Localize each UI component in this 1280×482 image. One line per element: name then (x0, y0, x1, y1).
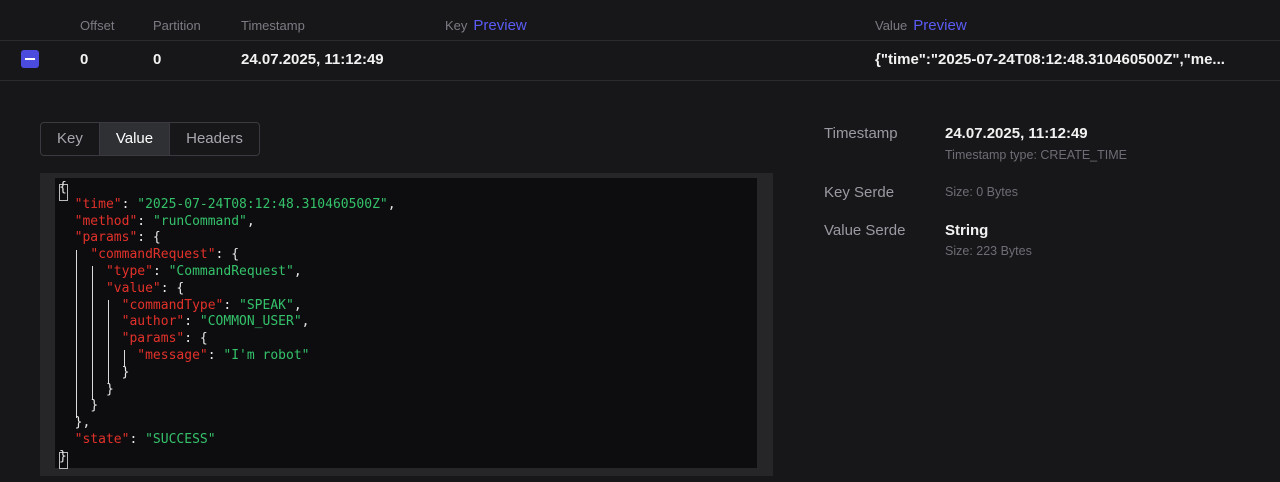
row-partition: 0 (153, 51, 162, 68)
json-line: "state": "SUCCESS" (59, 432, 396, 449)
json-line: "author": "COMMON_USER", (59, 314, 396, 331)
column-timestamp[interactable]: Timestamp (241, 0, 305, 40)
table-row[interactable]: 0 0 24.07.2025, 11:12:49 {"time":"2025-0… (0, 40, 1280, 81)
json-punct: : (184, 314, 200, 330)
json-viewer: { "time": "2025-07-24T08:12:48.310460500… (40, 173, 773, 476)
json-punct: , (246, 213, 255, 229)
json-punct: }, (74, 415, 91, 431)
column-partition[interactable]: Partition (153, 0, 201, 40)
json-string: "SPEAK" (239, 297, 294, 313)
json-punct: , (301, 314, 310, 330)
json-string: "2025-07-24T08:12:48.310460500Z" (137, 196, 388, 212)
tab-headers[interactable]: Headers (170, 123, 259, 155)
json-punct: , (387, 196, 396, 212)
meta-key-serde-label: Key Serde (824, 184, 895, 201)
row-value-preview: {"time":"2025-07-24T08:12:48.310460500Z"… (875, 51, 1225, 68)
json-punct: : { (160, 280, 185, 296)
json-key: "method" (74, 213, 138, 229)
meta-timestamp-value: 24.07.2025, 11:12:49 (945, 125, 1088, 142)
meta-value-size: Size: 223 Bytes (945, 244, 1032, 258)
json-line: "commandRequest": { (59, 247, 396, 264)
meta-value-serde-value: String (945, 222, 989, 239)
json-line: }, (59, 415, 396, 432)
json-punct: : (152, 263, 169, 279)
tab-value[interactable]: Value (99, 123, 171, 155)
json-line: "message": "I'm robot" (59, 348, 396, 365)
json-key: "value" (105, 280, 161, 296)
json-string: "I'm robot" (223, 347, 310, 363)
collapse-toggle-icon[interactable] (21, 50, 39, 68)
row-offset: 0 (80, 51, 89, 68)
json-line: { (59, 180, 396, 197)
json-line: "commandType": "SPEAK", (59, 298, 396, 315)
json-line: "type": "CommandRequest", (59, 264, 396, 281)
meta-timestamp-label: Timestamp (824, 125, 898, 142)
column-value: Value Preview (875, 0, 967, 40)
json-key: "commandRequest" (90, 247, 216, 263)
json-code: { "time": "2025-07-24T08:12:48.310460500… (59, 180, 396, 466)
json-punct: : (137, 213, 153, 229)
json-punct: : (207, 347, 224, 363)
json-punct: : { (184, 331, 208, 347)
json-punct: } (59, 448, 67, 464)
json-line: "method": "runCommand", (59, 214, 396, 231)
tab-key[interactable]: Key (41, 123, 100, 155)
json-punct: : (223, 297, 240, 313)
json-string: "CommandRequest" (168, 263, 294, 279)
content-tabs: Key Value Headers (40, 122, 260, 156)
json-punct: , (293, 263, 302, 279)
message-viewer: Offset Partition Timestamp Key Preview Va… (0, 0, 1280, 482)
scrollbar[interactable] (757, 178, 769, 468)
key-preview-link[interactable]: Preview (473, 17, 526, 34)
json-line: } (59, 398, 396, 415)
meta-timestamp-type: Timestamp type: CREATE_TIME (945, 148, 1127, 162)
json-punct: : (121, 196, 138, 212)
json-punct: , (293, 297, 302, 313)
json-key: "time" (74, 196, 122, 212)
json-line: } (59, 382, 396, 399)
json-punct: } (105, 381, 114, 397)
column-key: Key Preview (445, 0, 527, 40)
column-value-label: Value (875, 18, 908, 33)
column-key-label: Key (445, 18, 468, 33)
json-line: } (59, 365, 396, 382)
json-punct: } (90, 398, 99, 414)
json-key: "state" (74, 431, 130, 447)
json-punct: : { (215, 247, 240, 263)
json-punct: { (59, 180, 67, 195)
json-key: "params" (121, 331, 185, 347)
json-punct: : (129, 431, 146, 447)
row-timestamp: 24.07.2025, 11:12:49 (241, 51, 384, 68)
json-key: "commandType" (121, 297, 224, 313)
json-string: "SUCCESS" (145, 431, 216, 447)
json-key: "author" (121, 314, 185, 330)
json-string: "runCommand" (152, 213, 247, 229)
meta-value-serde-label: Value Serde (824, 222, 906, 239)
messages-table-header: Offset Partition Timestamp Key Preview Va… (0, 0, 1280, 41)
json-key: "message" (137, 347, 208, 363)
json-key: "type" (105, 263, 153, 279)
value-preview-link[interactable]: Preview (913, 17, 966, 34)
json-string: "COMMON_USER" (199, 314, 302, 330)
json-line: "params": { (59, 331, 396, 348)
json-line: "params": { (59, 230, 396, 247)
json-key: "params" (74, 230, 138, 246)
json-punct: } (121, 364, 130, 380)
json-line: "time": "2025-07-24T08:12:48.310460500Z"… (59, 197, 396, 214)
meta-key-size: Size: 0 Bytes (945, 185, 1018, 199)
json-punct: : { (137, 230, 161, 246)
json-editor[interactable]: { "time": "2025-07-24T08:12:48.310460500… (55, 178, 757, 469)
json-line: "value": { (59, 281, 396, 298)
column-offset[interactable]: Offset (80, 0, 114, 40)
json-line: } (59, 449, 396, 466)
